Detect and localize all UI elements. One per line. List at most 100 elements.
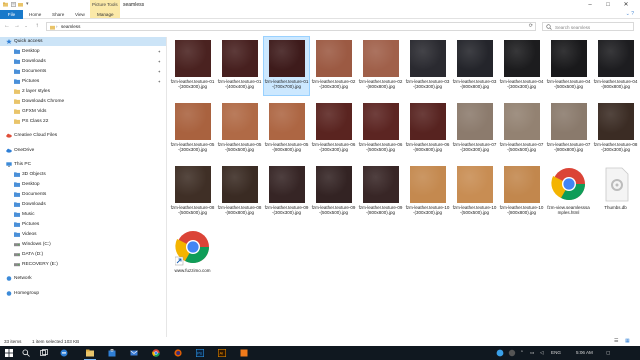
pin-icon[interactable]: ✦ xyxy=(158,67,161,76)
tray-overflow-icon[interactable]: ⌃ xyxy=(520,349,524,357)
file-item[interactable]: fzm-leather.texture-09-(800x800).jpg xyxy=(358,163,403,221)
nav-item[interactable]: Homegroup xyxy=(0,289,166,298)
file-item[interactable]: fzm-leather.texture-07-(800x800).jpg xyxy=(546,100,591,158)
action-center-icon[interactable]: ▢ xyxy=(606,349,610,357)
refresh-icon[interactable]: ⟳ xyxy=(529,23,533,29)
details-view-icon[interactable]: ☰ xyxy=(614,337,618,346)
pin-icon[interactable]: ✦ xyxy=(158,47,161,56)
close-button[interactable]: ✕ xyxy=(621,1,631,9)
tab-home[interactable]: Home xyxy=(26,10,44,19)
file-item[interactable]: fzm-leather.texture-01-(700x700).jpg xyxy=(263,36,310,96)
properties-icon[interactable] xyxy=(11,2,16,7)
nav-item[interactable]: Creative Cloud Files xyxy=(0,131,166,140)
file-item[interactable]: fzm-leather.texture-06-(300x300).jpg xyxy=(311,100,356,158)
nav-item[interactable]: Network xyxy=(0,274,166,283)
file-item[interactable]: fzm-leather.texture-08-(500x500).jpg xyxy=(170,163,215,221)
recent-dropdown-icon[interactable]: ⌄ xyxy=(22,22,30,30)
nav-item[interactable]: OneDrive xyxy=(0,146,166,155)
file-item[interactable]: fzm-leather.texture-06-(500x500).jpg xyxy=(358,100,403,158)
search-input[interactable]: Search seamless xyxy=(542,22,634,31)
pane-divider[interactable] xyxy=(166,37,167,337)
file-item[interactable]: fzm-leather.texture-07-(300x300).jpg xyxy=(452,100,497,158)
photoshop-icon[interactable]: Ps xyxy=(196,349,204,357)
file-item[interactable]: fzm-leather.texture-01-(400x400).jpg xyxy=(217,37,262,95)
file-item[interactable]: fzm-leather.texture-09-(300x300).jpg xyxy=(264,163,309,221)
nav-item[interactable]: GFXM Vids xyxy=(0,107,166,116)
illustrator-icon[interactable]: Ai xyxy=(218,349,226,357)
nav-item[interactable]: 2 layer styles xyxy=(0,87,166,96)
file-item[interactable]: fzm-leather.texture-09-(500x500).jpg xyxy=(311,163,356,221)
windows-start-icon[interactable] xyxy=(5,349,13,357)
file-item[interactable]: fzm-leather.texture-02-(300x300).jpg xyxy=(311,37,356,95)
task-view-icon[interactable] xyxy=(40,349,48,357)
file-item[interactable]: fzm-view.seamlesssamples.html xyxy=(546,163,591,221)
maximize-button[interactable]: □ xyxy=(603,1,613,9)
search-icon[interactable] xyxy=(22,349,30,357)
nav-item[interactable]: Pictures ✦ xyxy=(0,77,166,86)
tray-app-icon[interactable] xyxy=(508,349,516,357)
nav-item[interactable]: Desktop xyxy=(0,180,166,189)
nav-item[interactable]: RECOVERY (E:) xyxy=(0,260,166,269)
address-box[interactable]: › seamless ⟳ xyxy=(46,22,536,31)
file-item[interactable]: Thumbs.db xyxy=(593,163,638,221)
qa-dropdown-icon[interactable]: ▾ xyxy=(26,1,29,7)
nav-item[interactable]: Downloads Chrome xyxy=(0,97,166,106)
large-icons-view-icon[interactable]: ▦ xyxy=(625,337,630,346)
language-indicator[interactable]: ENG xyxy=(551,349,561,357)
file-item[interactable]: fzm-leather.texture-02-(800x800).jpg xyxy=(358,37,403,95)
pin-icon[interactable]: ✦ xyxy=(158,77,161,86)
file-item[interactable]: fzm-leather.texture-10-(300x300).jpg xyxy=(405,163,450,221)
nav-item[interactable]: Desktop ✦ xyxy=(0,47,166,56)
tab-file[interactable]: File xyxy=(0,10,23,19)
file-item[interactable]: fzm-leather.texture-03-(300x300).jpg xyxy=(405,37,450,95)
file-item[interactable]: fzm-leather.texture-10-(800x800).jpg xyxy=(499,163,544,221)
new-folder-icon[interactable] xyxy=(18,2,23,7)
clock[interactable]: 5:06 AM xyxy=(576,349,593,357)
store-icon[interactable] xyxy=(108,349,116,357)
nav-item[interactable]: Pictures xyxy=(0,220,166,229)
nav-item[interactable]: 3D Objects xyxy=(0,170,166,179)
minimize-button[interactable]: – xyxy=(585,1,595,9)
nav-item[interactable]: This PC xyxy=(0,160,166,169)
file-item[interactable]: fzm-leather.texture-06-(800x800).jpg xyxy=(405,100,450,158)
file-item[interactable]: fzm-leather.texture-04-(800x800).jpg xyxy=(593,37,638,95)
nav-item[interactable]: PS Class 22 xyxy=(0,117,166,126)
nav-item[interactable]: Windows (C:) xyxy=(0,240,166,249)
up-arrow-icon[interactable]: ↑ xyxy=(33,22,41,30)
back-arrow-icon[interactable]: ← xyxy=(3,22,11,30)
file-item[interactable]: fzm-leather.texture-04-(300x300).jpg xyxy=(499,37,544,95)
forward-arrow-icon[interactable]: → xyxy=(13,22,21,30)
volume-icon[interactable]: ◁ xyxy=(540,349,544,357)
pin-icon[interactable]: ✦ xyxy=(158,57,161,66)
chrome-icon[interactable] xyxy=(152,349,160,357)
nav-item[interactable]: Quick access xyxy=(0,37,166,46)
file-item[interactable]: fzm-leather.texture-05-(500x500).jpg xyxy=(217,100,262,158)
file-item[interactable]: fzm-leather.texture-05-(300x300).jpg xyxy=(170,100,215,158)
nav-item[interactable]: Music xyxy=(0,210,166,219)
firefox-icon[interactable] xyxy=(174,349,182,357)
file-item[interactable]: www.fuzzimo.com xyxy=(170,226,215,284)
tab-view[interactable]: View xyxy=(72,10,88,19)
breadcrumb[interactable]: seamless xyxy=(61,24,80,29)
tab-manage[interactable]: Manage xyxy=(94,10,117,19)
file-explorer-taskbar-icon[interactable] xyxy=(86,349,94,357)
tray-app-icon[interactable] xyxy=(496,349,504,357)
file-item[interactable]: fzm-leather.texture-10-(500x500).jpg xyxy=(452,163,497,221)
network-tray-icon[interactable]: ▭ xyxy=(530,349,534,357)
nav-item[interactable]: DATA (D:) xyxy=(0,250,166,259)
nav-item[interactable]: Documents xyxy=(0,190,166,199)
file-item[interactable]: fzm-leather.texture-03-(800x800).jpg xyxy=(452,37,497,95)
edge-icon[interactable] xyxy=(60,349,68,357)
file-item[interactable]: fzm-leather.texture-08-(800x800).jpg xyxy=(217,163,262,221)
ribbon-expand-icon[interactable]: ⌄ ? xyxy=(626,11,634,17)
orange-app-icon[interactable] xyxy=(240,349,248,357)
file-item[interactable]: fzm-leather.texture-08-(300x300).jpg xyxy=(593,100,638,158)
mail-icon[interactable] xyxy=(130,349,138,357)
file-item[interactable]: fzm-leather.texture-07-(500x500).jpg xyxy=(499,100,544,158)
nav-item[interactable]: Downloads ✦ xyxy=(0,57,166,66)
file-item[interactable]: fzm-leather.texture-04-(500x500).jpg xyxy=(546,37,591,95)
file-item[interactable]: fzm-leather.texture-01-(300x300).jpg xyxy=(170,37,215,95)
tab-share[interactable]: Share xyxy=(49,10,67,19)
file-item[interactable]: fzm-leather.texture-05-(800x800).jpg xyxy=(264,100,309,158)
nav-item[interactable]: Downloads xyxy=(0,200,166,209)
